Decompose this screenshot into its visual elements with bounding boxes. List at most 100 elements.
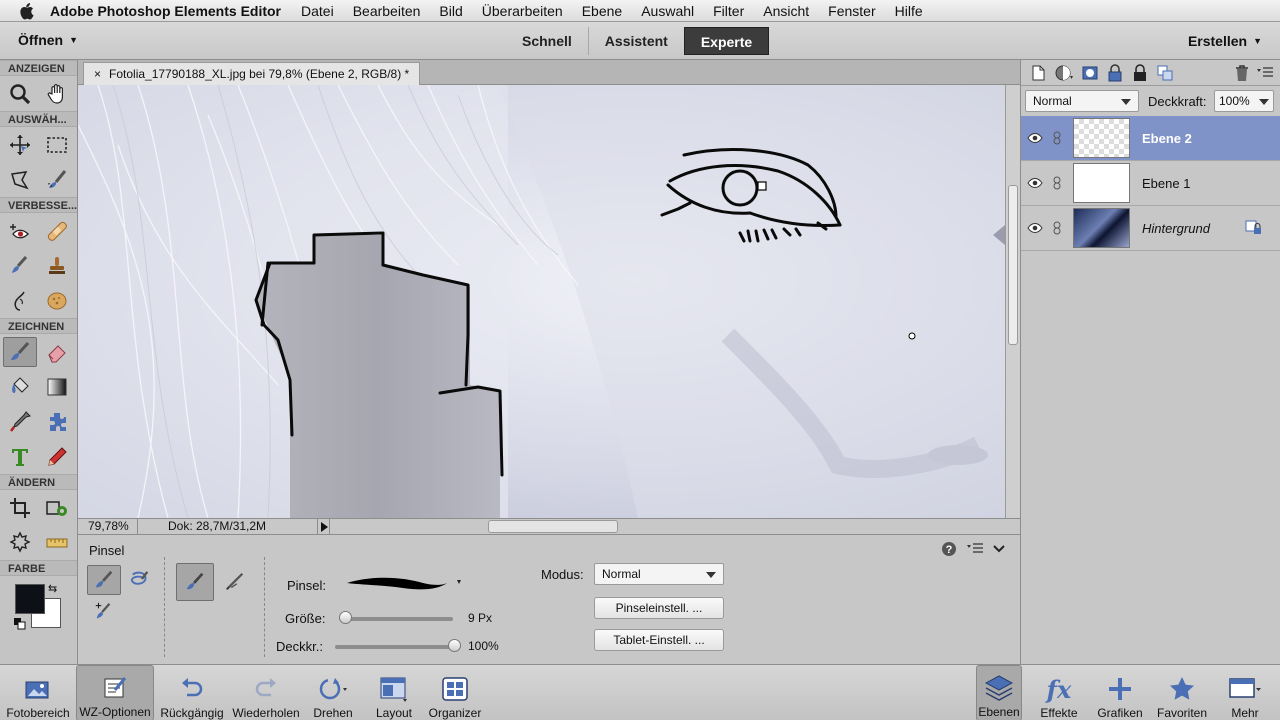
vertical-scroll-thumb[interactable] [1008, 185, 1018, 345]
sharpen-tool[interactable] [3, 251, 37, 281]
menu-ueberarbeiten[interactable]: Überarbeiten [482, 3, 563, 19]
photo-bin-button[interactable]: Fotobereich [3, 665, 73, 720]
paint-bucket-tool[interactable] [3, 372, 37, 402]
foreground-color-swatch[interactable] [15, 584, 45, 614]
brush-tool-variant[interactable] [87, 565, 121, 595]
favorites-panel-button[interactable]: Favoriten [1153, 665, 1211, 720]
brush-tool[interactable] [3, 336, 37, 367]
vertical-scrollbar[interactable] [1005, 85, 1020, 518]
more-panels-button[interactable]: Mehr [1220, 665, 1270, 720]
gradient-tool[interactable] [40, 372, 74, 402]
tool-options-button[interactable]: WZ-Optionen [76, 665, 154, 720]
opacity-slider-knob[interactable] [448, 639, 461, 652]
image-canvas[interactable] [78, 85, 1005, 518]
horizontal-scroll-thumb[interactable] [488, 520, 618, 533]
quick-selection-tool[interactable] [40, 165, 74, 195]
opacity-slider-track[interactable] [335, 645, 455, 649]
layer-row-hintergrund[interactable]: Hintergrund [1021, 206, 1280, 251]
size-slider-knob[interactable] [338, 611, 352, 624]
status-menu-button[interactable] [318, 519, 330, 534]
menu-datei[interactable]: Datei [301, 3, 334, 19]
document-tab[interactable]: × Fotolia_17790188_XL.jpg bei 79,8% (Ebe… [83, 62, 421, 85]
eraser-tool[interactable] [40, 337, 74, 367]
airbrush-mode-button[interactable] [216, 563, 254, 601]
menu-ebene[interactable]: Ebene [582, 3, 622, 19]
default-colors-icon[interactable] [14, 618, 26, 630]
link-layers-icon[interactable] [1156, 64, 1174, 82]
layers-panel-button[interactable]: Ebenen [976, 665, 1022, 720]
panel-menu-icon[interactable] [1257, 66, 1273, 79]
menu-bearbeiten[interactable]: Bearbeiten [353, 3, 421, 19]
layer-opacity-field[interactable]: 100% [1214, 90, 1274, 112]
mode-assistent[interactable]: Assistent [587, 27, 684, 55]
visibility-eye-icon[interactable] [1024, 222, 1046, 234]
layer-blend-mode-select[interactable]: Normal [1025, 90, 1139, 112]
color-replacement-variant[interactable] [87, 597, 121, 627]
crop-tool[interactable] [3, 493, 37, 523]
size-slider-track[interactable] [340, 617, 453, 621]
app-menu[interactable]: Adobe Photoshop Elements Editor [50, 3, 281, 19]
layer-row-ebene-1[interactable]: Ebene 1 [1021, 161, 1280, 206]
mode-schnell[interactable]: Schnell [506, 27, 588, 55]
visibility-eye-icon[interactable] [1024, 132, 1046, 144]
trash-icon[interactable] [1234, 64, 1250, 82]
lock-transparency-icon[interactable] [1106, 63, 1124, 82]
move-tool[interactable] [3, 130, 37, 160]
brush-preset-picker[interactable] [343, 571, 463, 595]
custom-shape-tool[interactable] [40, 407, 74, 437]
blend-mode-select[interactable]: Normal [594, 563, 724, 585]
locked-layer-icon[interactable] [1245, 220, 1263, 236]
adjustment-layer-icon[interactable] [1054, 64, 1074, 82]
create-button[interactable]: Erstellen ▼ [1188, 33, 1262, 49]
menu-ansicht[interactable]: Ansicht [763, 3, 809, 19]
help-icon[interactable]: ? [941, 541, 957, 557]
layer-mask-icon[interactable] [1081, 64, 1099, 82]
menu-auswahl[interactable]: Auswahl [641, 3, 694, 19]
visibility-eye-icon[interactable] [1024, 177, 1046, 189]
layer-link-icon[interactable] [1046, 221, 1068, 235]
rotate-button[interactable]: Drehen [306, 665, 360, 720]
eyedropper-tool[interactable] [3, 407, 37, 437]
panel-menu-icon[interactable] [967, 543, 983, 555]
open-button[interactable]: Öffnen ▼ [18, 32, 78, 48]
smudge-tool[interactable] [3, 286, 37, 316]
organizer-button[interactable]: Organizer [424, 665, 486, 720]
lock-all-icon[interactable] [1131, 63, 1149, 82]
brush-settings-button[interactable]: Pinseleinstell. ... [594, 597, 724, 619]
apple-icon[interactable] [18, 2, 34, 20]
mode-experte[interactable]: Experte [683, 27, 770, 55]
type-tool[interactable] [3, 442, 37, 472]
clone-stamp-tool[interactable] [40, 251, 74, 281]
layer-link-icon[interactable] [1046, 176, 1068, 190]
hand-tool[interactable] [40, 79, 74, 109]
content-move-tool[interactable] [3, 528, 37, 558]
layout-button[interactable]: Layout [368, 665, 420, 720]
straighten-tool[interactable] [40, 528, 74, 558]
pencil-tool[interactable] [40, 442, 74, 472]
red-eye-tool[interactable] [3, 216, 37, 246]
close-tab-icon[interactable]: × [94, 63, 101, 85]
layer-row-ebene-2[interactable]: Ebene 2 [1021, 116, 1280, 161]
healing-brush-tool[interactable] [40, 216, 74, 246]
tablet-settings-button[interactable]: Tablet-Einstell. ... [594, 629, 724, 651]
lasso-tool[interactable] [3, 165, 37, 195]
zoom-level[interactable]: 79,78% [78, 519, 138, 534]
new-layer-icon[interactable] [1029, 64, 1047, 82]
swap-colors-icon[interactable]: ⇆ [48, 582, 57, 595]
undo-button[interactable]: Rückgängig [158, 665, 226, 720]
menu-fenster[interactable]: Fenster [828, 3, 875, 19]
recompose-tool[interactable] [40, 493, 74, 523]
redo-button[interactable]: Wiederholen [230, 665, 302, 720]
zoom-tool[interactable] [3, 79, 37, 109]
collapse-chevron-icon[interactable] [993, 544, 1005, 554]
sponge-tool[interactable] [40, 286, 74, 316]
marquee-tool[interactable] [40, 130, 74, 160]
impressionist-brush-variant[interactable] [123, 565, 157, 595]
brush-mode-button[interactable] [176, 563, 214, 601]
menu-filter[interactable]: Filter [713, 3, 744, 19]
menu-hilfe[interactable]: Hilfe [895, 3, 923, 19]
graphics-panel-button[interactable]: Grafiken [1094, 665, 1146, 720]
menu-bild[interactable]: Bild [439, 3, 462, 19]
effects-panel-button[interactable]: fx Effekte [1036, 665, 1082, 720]
layer-link-icon[interactable] [1046, 131, 1068, 145]
